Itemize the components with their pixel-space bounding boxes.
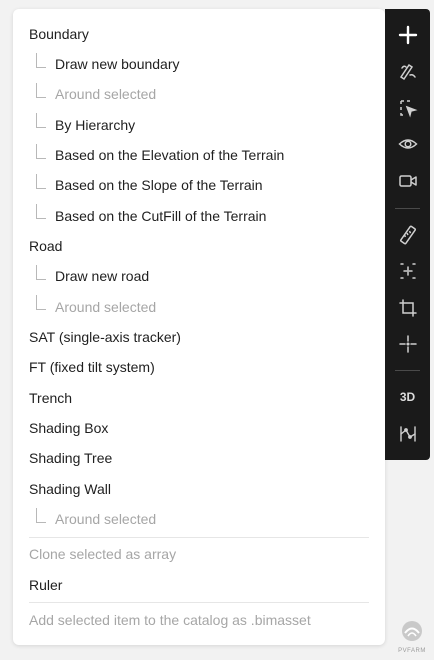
menu-item-sat[interactable]: SAT (single-axis tracker) — [29, 322, 181, 352]
menu-item-slope[interactable]: Based on the Slope of the Terrain — [55, 170, 263, 200]
sparkle-select-icon[interactable] — [389, 256, 426, 286]
right-toolbar: 3D — [385, 9, 430, 460]
tree-connector — [36, 144, 46, 159]
crosshair-icon[interactable] — [389, 329, 426, 359]
plus-icon[interactable] — [389, 20, 426, 50]
tree-connector — [36, 174, 46, 189]
context-menu: Boundary Draw new boundary Around select… — [13, 9, 385, 645]
menu-item-elevation[interactable]: Based on the Elevation of the Terrain — [55, 140, 284, 170]
3d-view-button[interactable]: 3D — [389, 382, 426, 412]
tree-connector — [36, 83, 46, 98]
menu-item-shading-box[interactable]: Shading Box — [29, 413, 108, 443]
menu-item-by-hierarchy[interactable]: By Hierarchy — [55, 110, 135, 140]
video-camera-icon[interactable] — [389, 166, 426, 196]
tree-connector — [36, 53, 46, 68]
crop-icon[interactable] — [389, 293, 426, 323]
menu-item-draw-new-road[interactable]: Draw new road — [55, 261, 149, 291]
tree-connector — [36, 113, 46, 128]
select-cursor-icon[interactable] — [389, 93, 426, 123]
menu-item-wall-around-selected: Around selected — [55, 511, 157, 527]
menu-divider — [29, 602, 369, 603]
tree-connector — [36, 508, 46, 523]
pvfarm-logo-icon — [402, 621, 422, 641]
eye-icon[interactable] — [389, 129, 426, 159]
scatter-icon[interactable] — [389, 419, 426, 449]
logo-text: PVFARM — [398, 648, 426, 654]
toolbar-divider — [395, 208, 420, 209]
menu-item-cutfill[interactable]: Based on the CutFill of the Terrain — [55, 201, 266, 231]
menu-divider — [29, 537, 369, 538]
tree-connector — [36, 295, 46, 310]
menu-item-boundary[interactable]: Boundary — [29, 19, 89, 49]
menu-item-boundary-around-selected: Around selected — [55, 86, 157, 102]
menu-item-clone-array: Clone selected as array — [29, 546, 177, 562]
menu-item-road-around-selected: Around selected — [55, 299, 157, 315]
ruler-icon[interactable] — [389, 220, 426, 250]
tree-connector — [36, 204, 46, 219]
menu-item-ft[interactable]: FT (fixed tilt system) — [29, 352, 155, 382]
menu-item-trench[interactable]: Trench — [29, 383, 72, 413]
menu-item-draw-new-boundary[interactable]: Draw new boundary — [55, 49, 180, 79]
menu-item-add-to-catalog: Add selected item to the catalog as .bim… — [29, 612, 311, 628]
menu-item-shading-tree[interactable]: Shading Tree — [29, 443, 112, 473]
pvfarm-logo: PVFARM — [395, 620, 429, 656]
menu-item-shading-wall[interactable]: Shading Wall — [29, 474, 111, 504]
tree-connector — [36, 265, 46, 280]
toolbar-divider — [395, 370, 420, 371]
menu-item-ruler[interactable]: Ruler — [29, 570, 62, 600]
draw-pen-icon[interactable] — [389, 56, 426, 86]
menu-item-road[interactable]: Road — [29, 231, 62, 261]
